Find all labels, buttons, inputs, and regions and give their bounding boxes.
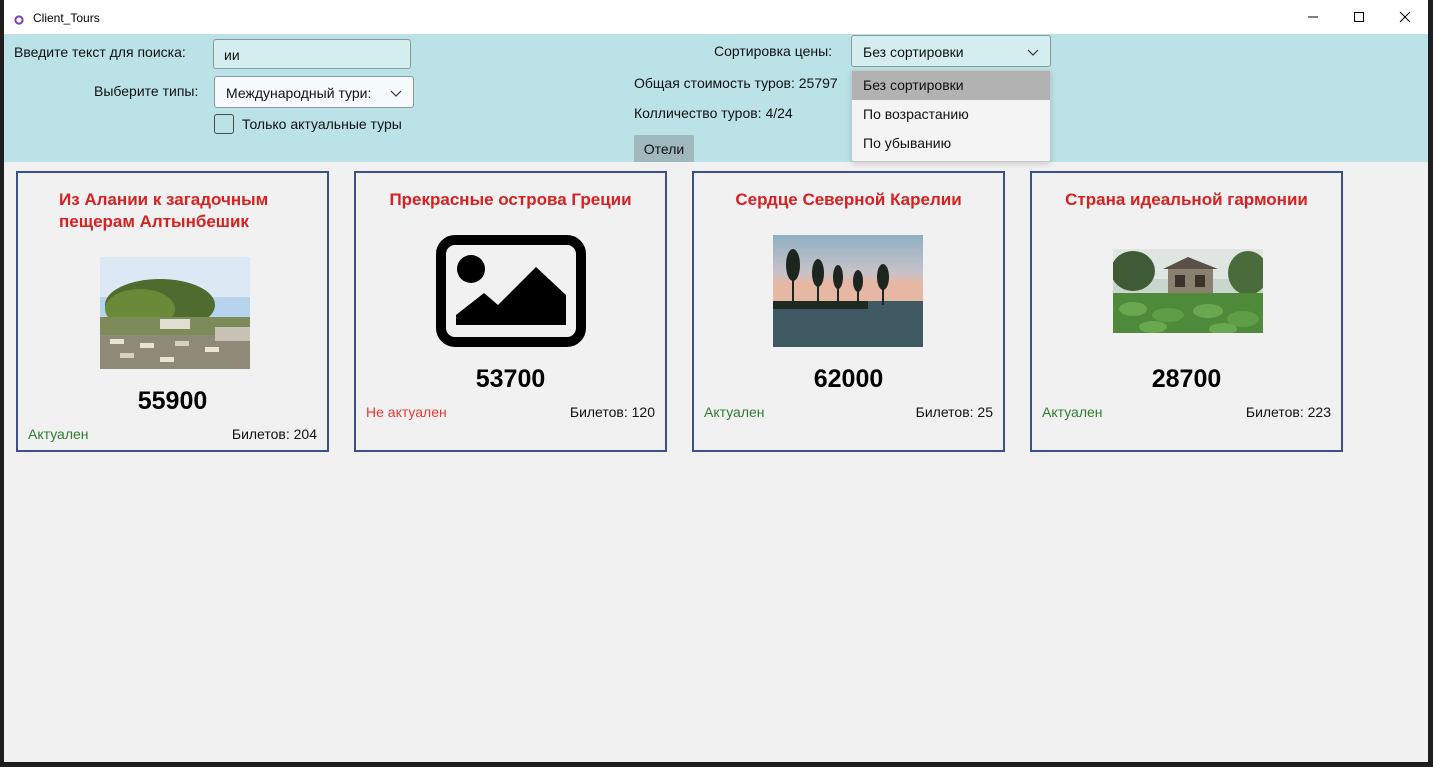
garden-pond-photo: [1113, 249, 1263, 333]
search-label: Введите текст для поиска:: [14, 44, 186, 60]
tour-tickets: Билетов: 25: [915, 404, 993, 420]
image-placeholder-icon: [436, 235, 586, 347]
tour-tickets: Билетов: 204: [231, 426, 317, 442]
tour-title: Страна идеальной гармонии: [1065, 190, 1308, 209]
tour-card[interactable]: Сердце Северной Карелии 62000 Актуален Б…: [692, 171, 1005, 452]
window-title: Client_Tours: [33, 11, 100, 25]
tour-card[interactable]: Прекрасные острова Греции 53700 Не актуа…: [354, 171, 667, 452]
sort-option-descending[interactable]: По убыванию: [852, 129, 1050, 158]
tour-price: 55900: [137, 387, 208, 415]
tour-title: Сердце Северной Карелии: [735, 190, 962, 209]
tour-title: Из Алании к загадочным пещерам Алтынбеши…: [59, 190, 269, 231]
tour-count-text: Колличество туров: 4/24: [634, 105, 793, 121]
app-window: Client_Tours Введите текст для поиска: и…: [4, 0, 1428, 762]
tour-price: 62000: [813, 365, 884, 393]
filter-toolbar: Введите текст для поиска: ии Выберите ти…: [4, 34, 1428, 162]
maximize-button[interactable]: [1336, 0, 1382, 34]
chevron-down-icon: [390, 90, 402, 97]
title-bar: Client_Tours: [4, 0, 1428, 34]
sort-select-value: Без сортировки: [863, 44, 964, 60]
chevron-down-icon: [1027, 49, 1039, 56]
minimize-button[interactable]: [1290, 0, 1336, 34]
total-cost-text: Общая стоимость туров: 25797: [634, 75, 838, 91]
tour-price: 53700: [475, 365, 546, 393]
tour-card[interactable]: Из Алании к загадочным пещерам Алтынбеши…: [16, 171, 329, 452]
tour-status: Актуален: [704, 404, 765, 420]
tour-price: 28700: [1151, 365, 1222, 393]
actual-only-checkbox[interactable]: [214, 114, 234, 134]
sort-option-ascending[interactable]: По возрастанию: [852, 100, 1050, 129]
tour-status: Актуален: [28, 426, 89, 442]
sort-select[interactable]: Без сортировки: [851, 35, 1051, 67]
search-input[interactable]: ии: [213, 39, 411, 69]
tour-title: Прекрасные острова Греции: [389, 190, 632, 209]
sort-dropdown: Без сортировки По возрастанию По убывани…: [851, 70, 1051, 162]
tour-card[interactable]: Страна идеальной гармонии 28700 Актуален…: [1030, 171, 1343, 452]
tour-status: Не актуален: [366, 404, 447, 420]
hotels-button[interactable]: Отели: [634, 135, 694, 162]
tour-status: Актуален: [1042, 404, 1103, 420]
sort-option-none[interactable]: Без сортировки: [852, 71, 1050, 100]
types-label: Выберите типы:: [94, 83, 199, 99]
tour-tickets: Билетов: 120: [569, 404, 655, 420]
close-button[interactable]: [1382, 0, 1428, 34]
maximize-icon: [1354, 12, 1364, 22]
types-select-value: Международный тури:: [226, 85, 372, 101]
tour-tickets: Билетов: 223: [1245, 404, 1331, 420]
app-icon: [14, 12, 24, 25]
actual-only-label: Только актуальные туры: [242, 116, 402, 132]
sort-label: Сортировка цены:: [714, 43, 833, 59]
close-icon: [1399, 11, 1411, 23]
beach-photo: [100, 257, 250, 369]
types-select[interactable]: Международный тури:: [214, 76, 414, 108]
minimize-icon: [1308, 16, 1318, 18]
lake-sunset-photo: [773, 235, 923, 347]
